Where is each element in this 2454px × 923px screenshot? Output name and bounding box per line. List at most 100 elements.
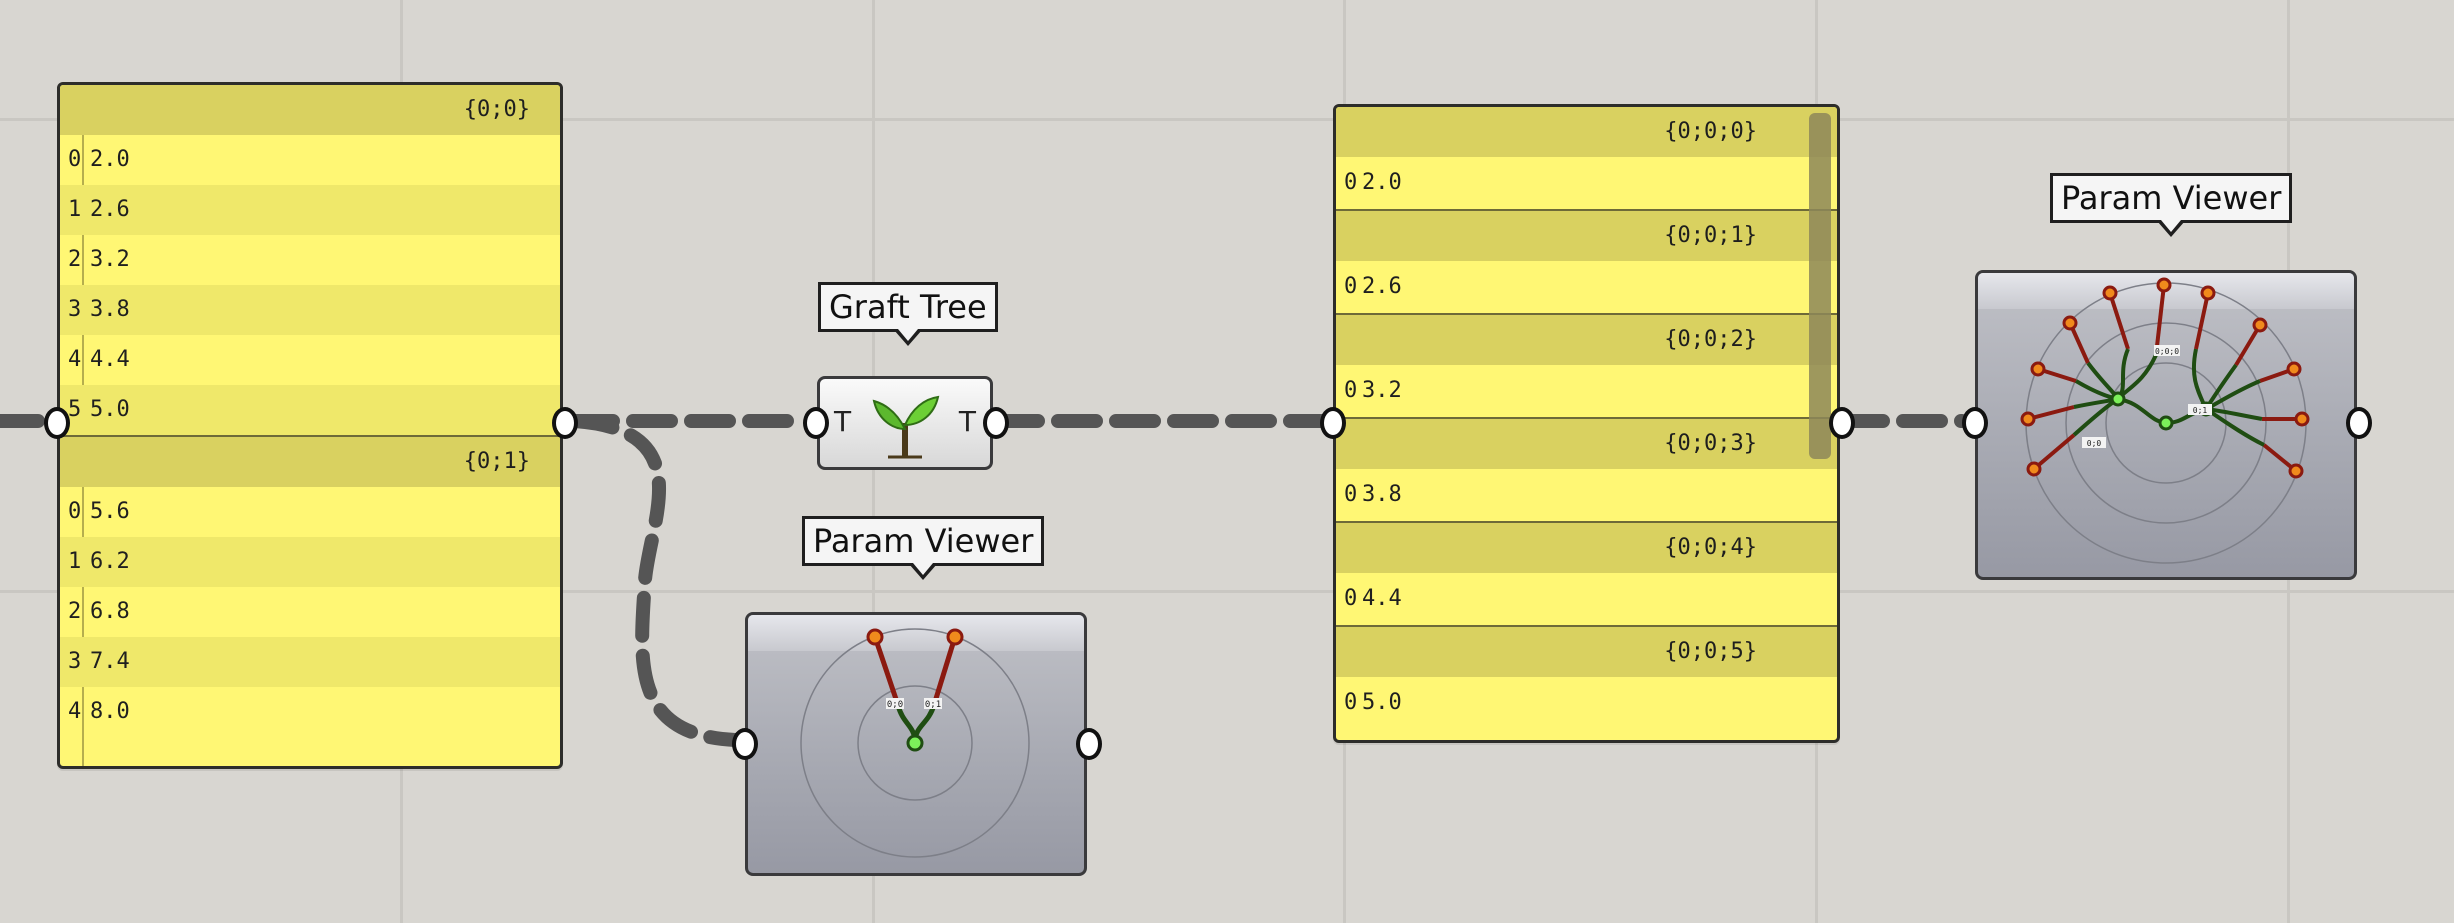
panel-input-grip[interactable]	[44, 407, 70, 439]
item-index: 0	[1344, 586, 1358, 611]
tag-pointer-fill	[2161, 220, 2182, 232]
branch-path-header: {0;0;1}	[1336, 209, 1837, 261]
graft-input-grip[interactable]	[803, 407, 829, 439]
panel-output-input-grip[interactable]	[1320, 407, 1346, 439]
item-index: 4	[68, 347, 82, 372]
component-name-tag: Param Viewer	[802, 516, 1045, 580]
item-value: 6.2	[90, 549, 130, 574]
list-item: 0 4.4	[1336, 573, 1837, 625]
item-index: 5	[68, 397, 82, 422]
branch-path-header: {0;0}	[60, 85, 560, 135]
item-value: 8.0	[90, 699, 130, 724]
item-value: 4.4	[90, 347, 130, 372]
graft-tree-component[interactable]: T T	[817, 376, 993, 470]
item-value: 2.0	[90, 147, 130, 172]
list-item: 1 6.2	[60, 537, 560, 587]
panel-branch: {0;0;0} 0 2.0	[1336, 107, 1837, 209]
tree-diagram: 0;0;0 0;0 0;1	[2020, 277, 2310, 564]
tag-label: Param Viewer	[2061, 179, 2282, 217]
item-index: 1	[68, 197, 82, 222]
panel-output-grip[interactable]	[552, 407, 578, 439]
item-index: 0	[1344, 482, 1358, 507]
panel-branch: {0;1} 0 5.6 1 6.2 2 6.8 3 7.4 4 8.0	[60, 435, 560, 737]
input-port-label[interactable]: T	[834, 405, 851, 438]
branch-path-header: {0;0;2}	[1336, 313, 1837, 365]
panel-branch: {0;0} 0 2.0 1 2.6 2 3.2 3 3.8 4 4.4 5 5.0	[60, 85, 560, 435]
item-index: 0	[68, 147, 82, 172]
item-index: 1	[68, 549, 82, 574]
svg-text:0;1: 0;1	[925, 700, 941, 710]
item-value: 3.8	[90, 297, 130, 322]
item-value: 3.2	[90, 247, 130, 272]
branch-path-header: {0;0;3}	[1336, 417, 1837, 469]
list-item: 0 2.0	[60, 135, 560, 185]
item-value: 4.4	[1362, 586, 1402, 611]
sprout-icon	[868, 385, 942, 465]
graft-output-grip[interactable]	[983, 407, 1009, 439]
list-item: 0 5.0	[1336, 677, 1837, 729]
list-item: 1 2.6	[60, 185, 560, 235]
list-item: 4 4.4	[60, 335, 560, 385]
item-index: 4	[68, 699, 82, 724]
tree-diagram: 0;0 0;1	[800, 628, 1030, 858]
item-index: 3	[68, 649, 82, 674]
panel-branch: {0;0;3} 0 3.8	[1336, 417, 1837, 521]
list-item: 4 8.0	[60, 687, 560, 737]
param-viewer-large[interactable]: 0;0;0 0;0 0;1	[1975, 270, 2357, 580]
svg-text:0;0;0: 0;0;0	[2155, 347, 2179, 356]
list-item: 3 3.8	[60, 285, 560, 335]
viewer-large-input-grip[interactable]	[1962, 407, 1988, 439]
viewer-large-output-grip[interactable]	[2346, 407, 2372, 439]
output-port-label[interactable]: T	[959, 405, 976, 438]
branch-path-header: {0;0;5}	[1336, 625, 1837, 677]
panel-branch: {0;0;4} 0 4.4	[1336, 521, 1837, 625]
item-value: 6.8	[90, 599, 130, 624]
list-item: 2 3.2	[60, 235, 560, 285]
item-value: 5.0	[1362, 690, 1402, 715]
item-index: 0	[1344, 170, 1358, 195]
component-name-tag: Param Viewer	[2050, 173, 2293, 237]
item-value: 7.4	[90, 649, 130, 674]
panel-scrollbar[interactable]	[1809, 113, 1831, 459]
branch-path-header: {0;0;0}	[1336, 107, 1837, 157]
wire	[568, 414, 742, 747]
list-item: 0 5.6	[60, 487, 560, 537]
data-panel-input[interactable]: {0;0} 0 2.0 1 2.6 2 3.2 3 3.8 4 4.4 5 5.0 {0;1…	[57, 82, 563, 769]
item-value: 2.0	[1362, 170, 1402, 195]
item-value: 5.0	[90, 397, 130, 422]
list-item: 3 7.4	[60, 637, 560, 687]
item-value: 2.6	[1362, 274, 1402, 299]
item-value: 2.6	[90, 197, 130, 222]
item-index: 0	[1344, 378, 1358, 403]
list-item: 0 2.6	[1336, 261, 1837, 313]
panel-branch: {0;0;5} 0 5.0	[1336, 625, 1837, 729]
item-index: 3	[68, 297, 82, 322]
viewer-small-output-grip[interactable]	[1076, 728, 1102, 760]
item-value: 3.8	[1362, 482, 1402, 507]
svg-text:0;0: 0;0	[887, 700, 903, 710]
panel-branch: {0;0;1} 0 2.6	[1336, 209, 1837, 313]
list-item: 5 5.0	[60, 385, 560, 435]
tag-label: Param Viewer	[813, 522, 1034, 560]
item-index: 0	[1344, 274, 1358, 299]
component-name-tag: Graft Tree	[818, 282, 998, 346]
viewer-small-input-grip[interactable]	[732, 728, 758, 760]
item-index: 2	[68, 599, 82, 624]
svg-text:0;0: 0;0	[2087, 439, 2102, 448]
panel-output-output-grip[interactable]	[1829, 407, 1855, 439]
item-value: 5.6	[90, 499, 130, 524]
tag-pointer-fill	[897, 329, 918, 341]
list-item: 0 2.0	[1336, 157, 1837, 209]
item-index: 0	[1344, 690, 1358, 715]
tag-label: Graft Tree	[829, 288, 987, 326]
branch-path-header: {0;1}	[60, 435, 560, 487]
svg-text:0;1: 0;1	[2193, 406, 2208, 415]
branch-path-header: {0;0;4}	[1336, 521, 1837, 573]
item-value: 3.2	[1362, 378, 1402, 403]
item-index: 2	[68, 247, 82, 272]
list-item: 0 3.2	[1336, 365, 1837, 417]
list-item: 0 3.8	[1336, 469, 1837, 521]
param-viewer-small[interactable]: 0;0 0;1	[745, 612, 1087, 876]
list-item: 2 6.8	[60, 587, 560, 637]
data-panel-output[interactable]: {0;0;0} 0 2.0 {0;0;1} 0 2.6 {0;0;2} 0 3.2 {…	[1333, 104, 1840, 743]
